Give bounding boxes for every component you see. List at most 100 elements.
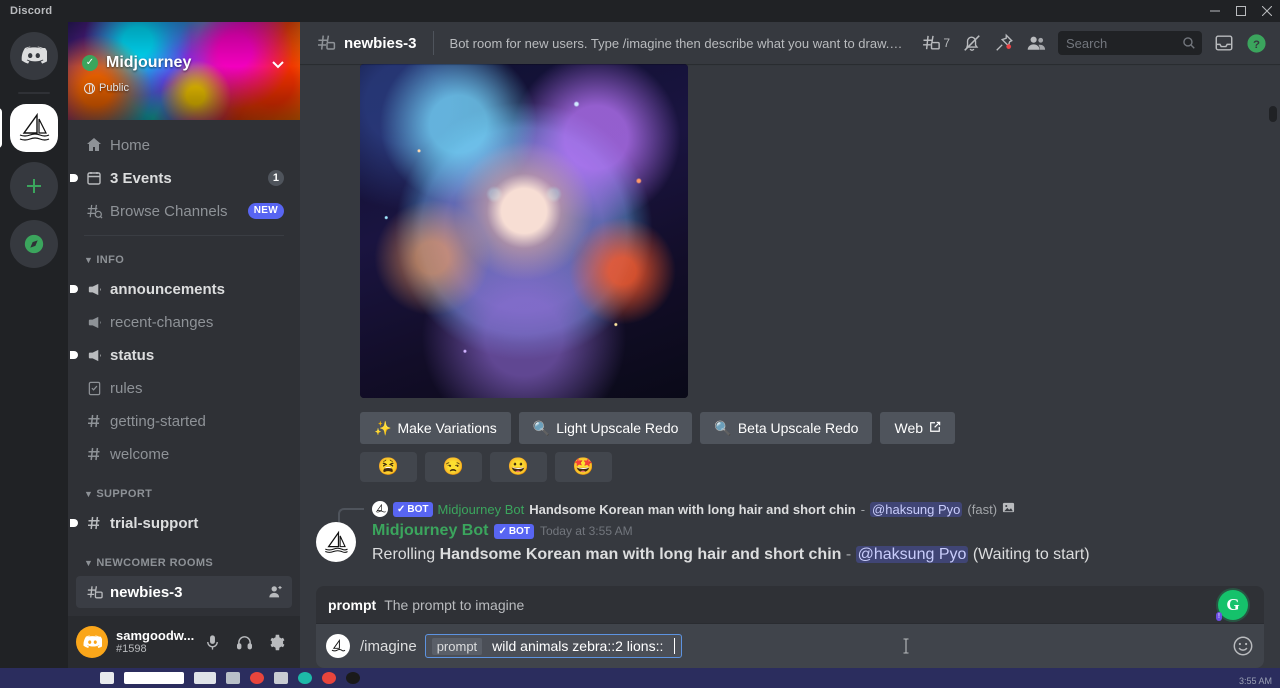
sidebar-item-welcome[interactable]: welcome — [76, 438, 292, 470]
sidebar-item-label: recent-changes — [110, 313, 214, 331]
sidebar-item-status[interactable]: status — [70, 339, 292, 371]
user-panel: samgoodw... #1598 — [68, 616, 300, 668]
command-option-hint: prompt The prompt to imagine G ! — [316, 586, 1264, 624]
taskbar-clock: 3:55 AM — [1238, 676, 1272, 686]
headphones-icon[interactable] — [228, 626, 260, 658]
web-button[interactable]: Web — [880, 412, 956, 444]
taskbar-icon[interactable] — [298, 672, 312, 684]
message-author[interactable]: Midjourney Bot — [372, 520, 488, 542]
maximize-button[interactable] — [1228, 0, 1254, 22]
reaction-weary-face[interactable]: 😫 — [360, 452, 417, 482]
forum-hash-icon — [84, 584, 104, 601]
category-newcomer-rooms[interactable]: ▼ NEWCOMER ROOMS — [76, 551, 292, 575]
channel-topic[interactable]: Bot room for new users. Type /imagine th… — [450, 36, 905, 51]
taskbar-icon[interactable] — [194, 672, 216, 684]
category-info[interactable]: ▼ INFO — [76, 248, 292, 272]
channel-sidebar: ✓ Midjourney Public Home 3 Events 1 Brow… — [68, 22, 300, 668]
announcement-icon — [84, 347, 104, 364]
avatar — [372, 501, 388, 517]
text-cursor-icon — [901, 637, 911, 660]
search-input[interactable]: Search — [1058, 31, 1202, 55]
grammarly-icon[interactable]: G ! — [1216, 590, 1248, 621]
events-badge: 1 — [267, 170, 284, 186]
sidebar-item-label: 3 Events — [110, 169, 172, 187]
sidebar-item-newbies-33[interactable]: newbies-33 — [76, 609, 292, 616]
message-body-mention[interactable]: @haksung Pyo — [855, 546, 969, 563]
sidebar-item-newbies-3[interactable]: newbies-3 — [76, 576, 292, 608]
message-body: Rerolling Handsome Korean man with long … — [372, 544, 1280, 566]
reaction-star-struck-face[interactable]: 🤩 — [555, 452, 612, 482]
channel-header: newbies-3 Bot room for new users. Type /… — [300, 22, 1280, 64]
chevron-down-icon[interactable] — [270, 56, 286, 77]
argument-key: prompt — [431, 637, 483, 655]
explore-servers-button[interactable] — [10, 220, 58, 268]
category-support[interactable]: ▼ SUPPORT — [76, 482, 292, 506]
sidebar-item-rules[interactable]: rules — [76, 372, 292, 404]
minimize-button[interactable] — [1202, 0, 1228, 22]
make-variations-button[interactable]: ✨ Make Variations — [360, 412, 511, 444]
inbox-icon[interactable] — [1208, 27, 1240, 59]
sidebar-item-recent-changes[interactable]: recent-changes — [76, 306, 292, 338]
reply-author[interactable]: Midjourney Bot — [438, 502, 525, 517]
sidebar-item-label: trial-support — [110, 514, 199, 532]
reply-mention[interactable]: @haksung Pyo — [870, 501, 963, 517]
server-rail-item-discord-home[interactable] — [10, 32, 58, 80]
help-icon[interactable]: ? — [1240, 27, 1272, 59]
search-icon — [1182, 36, 1196, 50]
microphone-icon[interactable] — [196, 626, 228, 658]
threads-icon[interactable] — [915, 27, 947, 59]
grammarly-badge: ! — [1216, 612, 1222, 621]
category-label: SUPPORT — [96, 488, 153, 500]
members-icon[interactable] — [1020, 27, 1052, 59]
sidebar-item-home[interactable]: Home — [76, 129, 292, 161]
argument-value: wild animals zebra::2 lions:: — [492, 638, 664, 654]
gear-icon[interactable] — [260, 626, 292, 658]
user-panel-actions — [196, 626, 292, 658]
message-scrollbar[interactable] — [1264, 106, 1280, 586]
taskbar-icon[interactable] — [250, 672, 264, 684]
sidebar-item-label: getting-started — [110, 412, 206, 430]
button-label: Make Variations — [397, 420, 497, 436]
reaction-grinning-face[interactable]: 😀 — [490, 452, 547, 482]
avatar[interactable] — [76, 626, 108, 658]
taskbar-icon[interactable] — [226, 672, 240, 684]
avatar[interactable] — [316, 522, 356, 562]
sidebar-item-getting-started[interactable]: getting-started — [76, 405, 292, 437]
message-input[interactable]: /imagine prompt wild animals zebra::2 li… — [316, 624, 1264, 668]
server-rail-item-midjourney[interactable] — [0, 104, 58, 152]
reply-content[interactable]: ✓ BOT Midjourney Bot Handsome Korean man … — [372, 500, 1280, 518]
os-taskbar[interactable]: 3:55 AM — [0, 668, 1280, 688]
sidebar-item-trial-support[interactable]: trial-support — [70, 507, 292, 539]
guild-name-group: ✓ Midjourney — [82, 54, 191, 72]
sidebar-item-events[interactable]: 3 Events 1 — [70, 162, 292, 194]
taskbar-icon[interactable] — [274, 672, 288, 684]
message-list[interactable]: ✨ Make Variations 🔍 Light Upscale Redo 🔍… — [300, 64, 1280, 586]
generated-image[interactable] — [360, 64, 688, 398]
command-argument-chip[interactable]: prompt wild animals zebra::2 lions:: — [424, 634, 683, 658]
user-identity[interactable]: samgoodw... #1598 — [116, 629, 194, 655]
scrollbar-thumb-top[interactable] — [1269, 106, 1277, 122]
pin-icon[interactable] — [988, 27, 1020, 59]
close-button[interactable] — [1254, 0, 1280, 22]
unread-indicator — [70, 285, 78, 293]
header-divider — [432, 31, 434, 55]
light-upscale-redo-button[interactable]: 🔍 Light Upscale Redo — [518, 412, 693, 444]
sidebar-item-announcements[interactable]: announcements — [70, 273, 292, 305]
emoji-icon[interactable] — [1232, 635, 1254, 657]
bell-muted-icon[interactable] — [956, 27, 988, 59]
add-server-button[interactable] — [10, 162, 58, 210]
message-timestamp: Today at 3:55 AM — [539, 524, 633, 538]
sidebar-item-browse-channels[interactable]: Browse Channels NEW — [76, 195, 292, 227]
guild-name: Midjourney — [106, 54, 192, 71]
chevron-down-icon: ▼ — [84, 255, 94, 265]
taskbar-icon[interactable] — [322, 672, 336, 684]
taskbar-icon[interactable] — [346, 672, 360, 684]
taskbar-icon[interactable] — [124, 672, 184, 684]
add-member-icon[interactable] — [268, 584, 284, 600]
sidebar-item-label: status — [110, 346, 155, 364]
guild-header[interactable]: ✓ Midjourney Public — [68, 22, 300, 120]
sidebar-item-label: newbies-3 — [110, 583, 183, 601]
taskbar-icon[interactable] — [100, 672, 114, 684]
reaction-unamused-face[interactable]: 😒 — [425, 452, 482, 482]
beta-upscale-redo-button[interactable]: 🔍 Beta Upscale Redo — [700, 412, 873, 444]
